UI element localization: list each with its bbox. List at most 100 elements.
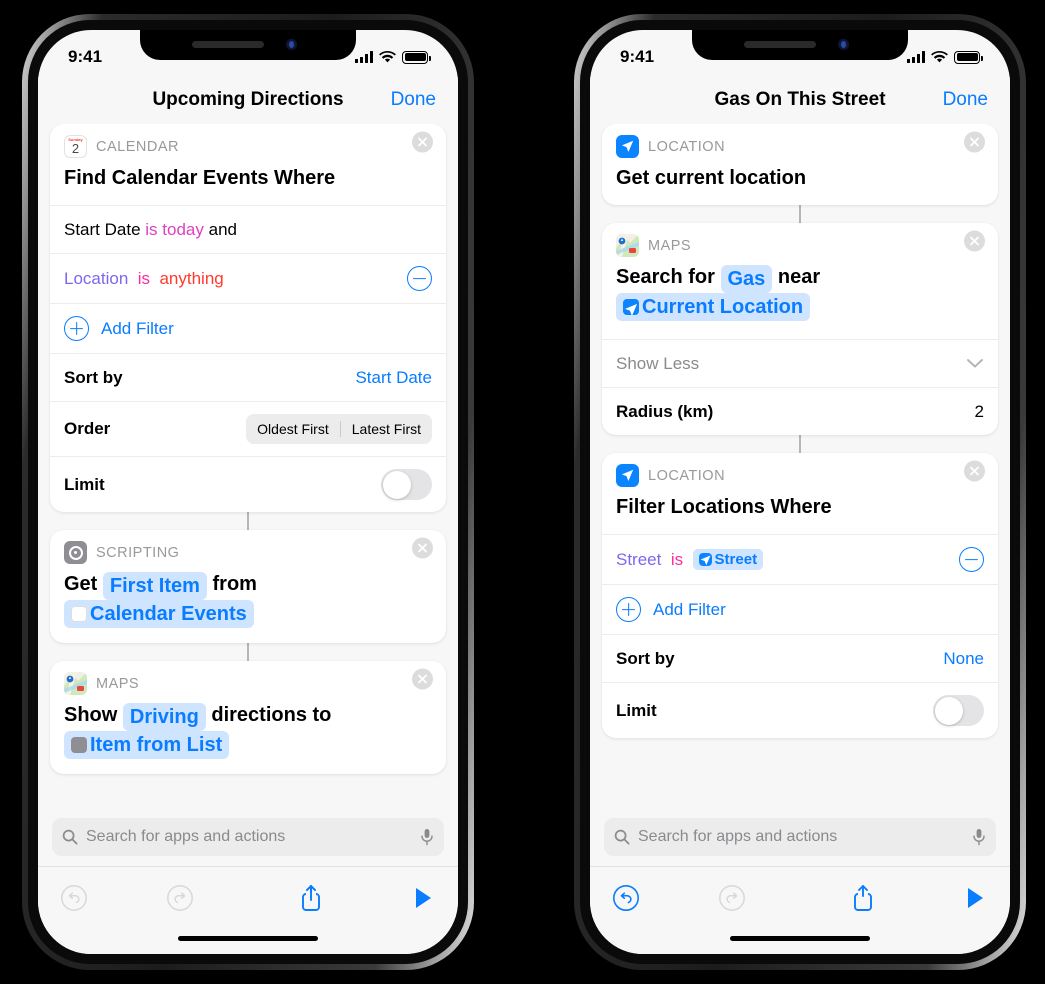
front-camera-icon [838, 39, 849, 50]
limit-toggle[interactable] [933, 695, 984, 726]
shortcut-actions-list-left[interactable]: Sunday 2 CALENDAR Find Calendar Events Wh… [38, 124, 458, 806]
microphone-icon[interactable] [972, 828, 986, 846]
filter-row-street[interactable]: Street is Street [602, 534, 998, 584]
close-icon[interactable] [964, 131, 985, 153]
action-connector [247, 643, 249, 661]
limit-label: Limit [616, 700, 657, 720]
action-card-location-current[interactable]: LOCATION Get current location [602, 124, 998, 205]
page-title: Gas On This Street [714, 89, 886, 110]
home-indicator[interactable] [178, 936, 318, 941]
share-button[interactable] [800, 883, 894, 913]
remove-filter-button[interactable] [407, 266, 432, 291]
plus-icon[interactable] [616, 597, 641, 622]
sort-by-label: Sort by [616, 648, 675, 668]
wifi-icon [379, 50, 396, 62]
segment-latest-first[interactable]: Latest First [341, 414, 432, 444]
status-time: 9:41 [620, 47, 655, 66]
action-card-filter-locations[interactable]: LOCATION Filter Locations Where Street i… [602, 453, 998, 738]
token-item-from-list[interactable]: Item from List [64, 731, 230, 759]
undo-button[interactable] [60, 884, 154, 912]
order-segmented-control[interactable]: Oldest First Latest First [246, 414, 432, 444]
radius-row[interactable]: Radius (km) 2 [602, 387, 998, 435]
close-icon[interactable] [412, 131, 433, 153]
close-icon[interactable] [412, 668, 433, 690]
sort-by-row[interactable]: Sort by Start Date [50, 353, 446, 401]
sort-by-value[interactable]: Start Date [355, 368, 432, 388]
status-time: 9:41 [68, 47, 103, 66]
limit-toggle[interactable] [381, 469, 432, 500]
add-filter-label[interactable]: Add Filter [653, 600, 726, 620]
search-bar[interactable]: Search for apps and actions [52, 818, 444, 856]
maps-icon [616, 234, 639, 257]
token-gas[interactable]: Gas [720, 265, 773, 293]
filter-row-location[interactable]: Location is anything [50, 253, 446, 303]
add-filter-label[interactable]: Add Filter [101, 319, 174, 339]
share-button[interactable] [248, 883, 342, 913]
screenshot-stage: 9:41 Upcoming Directions Done Sunday 2 C… [0, 0, 1045, 984]
close-icon[interactable] [412, 537, 433, 559]
segment-oldest-first[interactable]: Oldest First [246, 414, 340, 444]
action-card-maps-search[interactable]: MAPS Search for Gas near Current Locatio… [602, 223, 998, 435]
token-current-location[interactable]: Current Location [616, 293, 811, 321]
scripting-icon [64, 541, 87, 564]
action-sentence: Show Driving directions to Item from Lis… [50, 697, 446, 774]
plus-icon[interactable] [64, 316, 89, 341]
remove-filter-button[interactable] [959, 547, 984, 572]
search-bar[interactable]: Search for apps and actions [604, 818, 996, 856]
share-icon [854, 884, 872, 911]
undo-button[interactable] [612, 884, 706, 912]
token-first-item[interactable]: First Item [102, 572, 207, 600]
close-icon[interactable] [964, 230, 985, 252]
done-button[interactable]: Done [391, 89, 436, 111]
sentence-word: Get [64, 573, 98, 595]
add-filter-row[interactable]: Add Filter [50, 303, 446, 353]
radius-value[interactable]: 2 [975, 402, 984, 422]
action-card-calendar[interactable]: Sunday 2 CALENDAR Find Calendar Events Wh… [50, 124, 446, 512]
redo-button[interactable] [706, 884, 800, 912]
sentence-word: Show [64, 704, 118, 726]
limit-row[interactable]: Limit [50, 456, 446, 512]
share-icon [302, 884, 320, 911]
filter-condition[interactable]: is today [145, 220, 204, 240]
filter-field[interactable]: Street [616, 550, 661, 570]
shortcut-actions-list-right[interactable]: LOCATION Get current location MAPS Searc… [590, 124, 1010, 806]
token-street[interactable]: Street [692, 548, 764, 571]
redo-button[interactable] [154, 884, 248, 912]
undo-icon [61, 884, 87, 911]
filter-operator[interactable]: is [671, 550, 683, 570]
earpiece-speaker-icon [744, 41, 816, 48]
run-button[interactable] [342, 885, 436, 911]
home-indicator[interactable] [730, 936, 870, 941]
close-icon[interactable] [964, 460, 985, 482]
action-connector [799, 205, 801, 223]
filter-field[interactable]: Start Date [64, 220, 141, 240]
search-input[interactable]: Search for apps and actions [638, 828, 964, 846]
order-row[interactable]: Order Oldest First Latest First [50, 401, 446, 456]
action-card-scripting[interactable]: SCRIPTING Get First Item from Calendar E… [50, 530, 446, 643]
microphone-icon[interactable] [420, 828, 434, 846]
filter-field[interactable]: Location [64, 269, 128, 289]
add-filter-row[interactable]: Add Filter [602, 584, 998, 634]
token-driving[interactable]: Driving [122, 703, 206, 731]
action-card-maps[interactable]: MAPS Show Driving directions to Item fro… [50, 661, 446, 774]
card-kind-label: CALENDAR [96, 138, 179, 155]
action-connector [247, 512, 249, 530]
filter-row-start-date[interactable]: Start Date is today and [50, 205, 446, 253]
filter-value[interactable]: anything [159, 269, 223, 289]
search-input[interactable]: Search for apps and actions [86, 828, 412, 846]
sort-by-row[interactable]: Sort by None [602, 634, 998, 682]
done-button[interactable]: Done [943, 89, 988, 111]
sort-by-value[interactable]: None [943, 649, 984, 669]
phone-left: 9:41 Upcoming Directions Done Sunday 2 C… [8, 0, 488, 984]
token-calendar-events[interactable]: Calendar Events [64, 600, 254, 628]
maps-icon [64, 672, 87, 695]
action-title: Get current location [616, 167, 807, 189]
run-button[interactable] [894, 885, 988, 911]
show-less-row[interactable]: Show Less [602, 339, 998, 387]
chevron-down-icon[interactable] [966, 358, 984, 369]
show-less-label[interactable]: Show Less [616, 354, 699, 374]
limit-row[interactable]: Limit [602, 682, 998, 738]
bottom-bar-right: Search for apps and actions [590, 806, 1010, 954]
scripting-icon [71, 737, 87, 753]
filter-operator[interactable]: is [138, 269, 150, 289]
